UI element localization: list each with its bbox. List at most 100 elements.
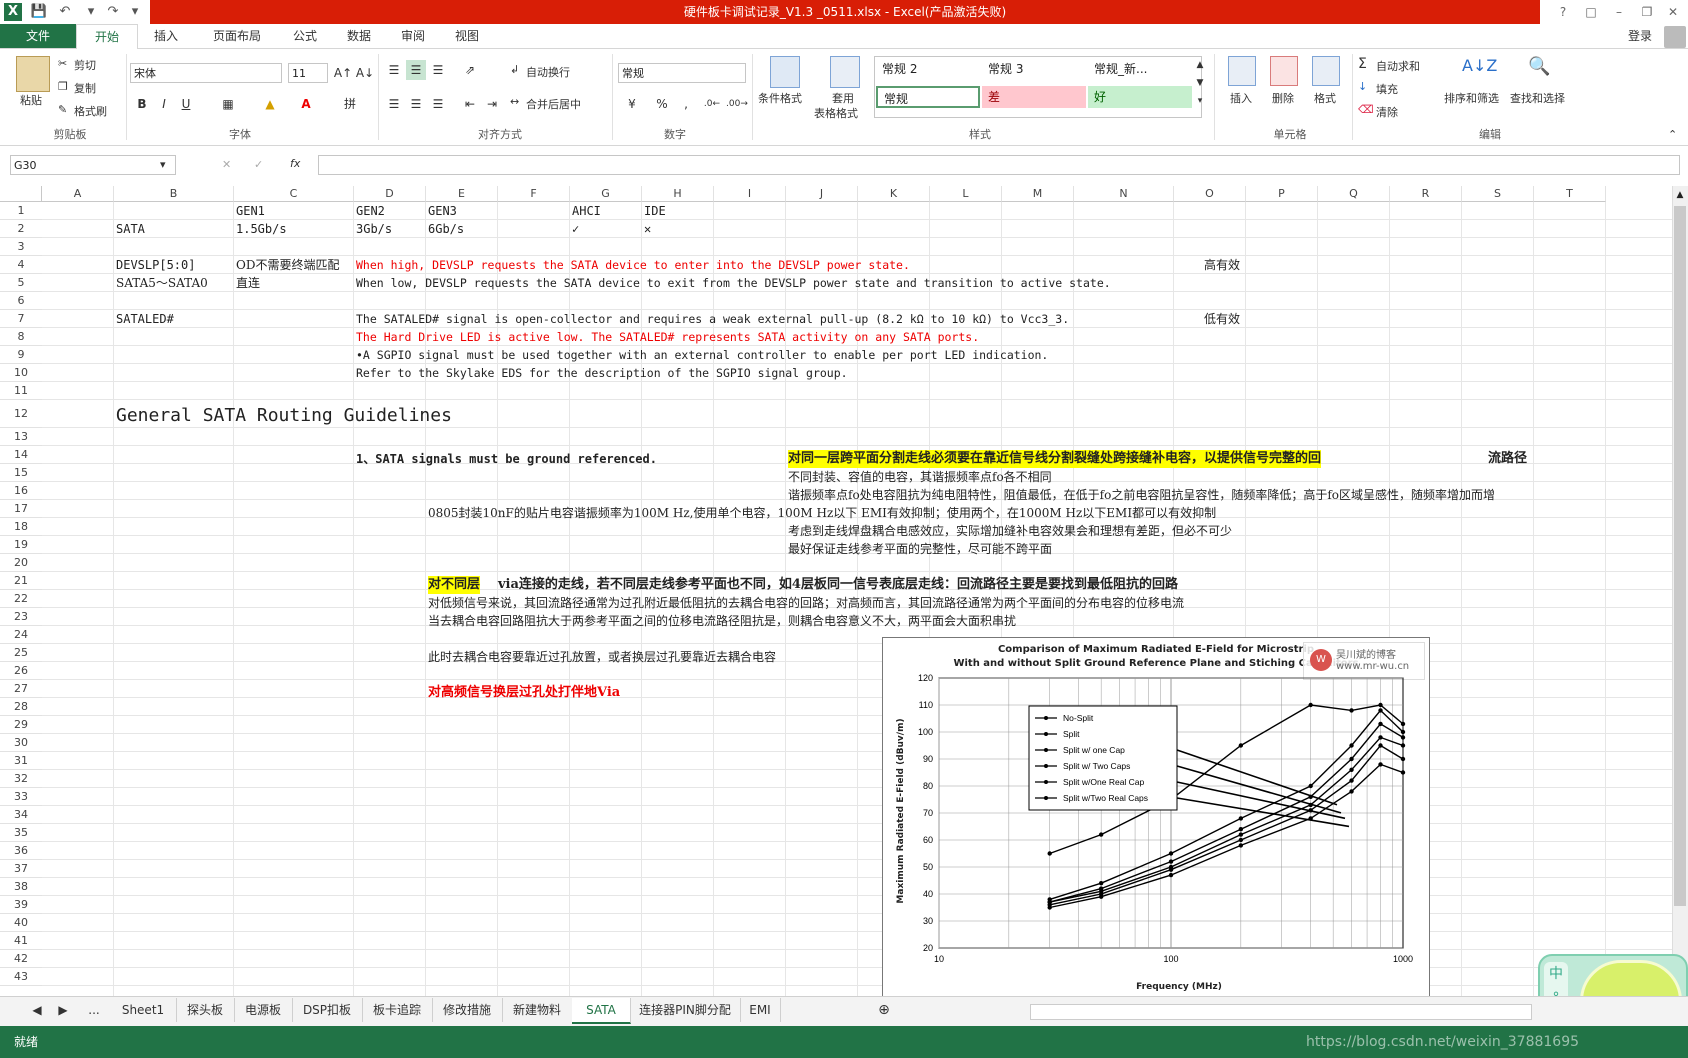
redo-icon[interactable]: ↷ [104, 3, 122, 21]
cell-c1[interactable]: GEN1 [236, 202, 265, 220]
column-header-c[interactable]: C [234, 186, 354, 202]
row-header-40[interactable]: 40 [0, 914, 42, 932]
cell-e27[interactable]: 对高频信号换层过孔处打伴地Via [428, 684, 620, 702]
sheet-tab-4[interactable]: DSP扣板 [292, 998, 363, 1022]
find-select-icon[interactable]: 🔍 [1528, 56, 1550, 77]
cell-e1[interactable]: GEN3 [428, 202, 457, 220]
column-header-g[interactable]: G [570, 186, 642, 202]
find-select-button[interactable]: 查找和选择 [1510, 90, 1565, 106]
row-header-14[interactable]: 14 [0, 446, 42, 464]
increase-indent-icon[interactable]: ⇥ [482, 94, 502, 114]
row-header-17[interactable]: 17 [0, 500, 42, 518]
column-header-p[interactable]: P [1246, 186, 1318, 202]
delete-cells-button[interactable]: 删除 [1272, 90, 1294, 106]
row-header-11[interactable]: 11 [0, 382, 42, 400]
format-cells-button[interactable]: 格式 [1314, 90, 1336, 106]
number-format-select[interactable]: 常规 [618, 63, 746, 83]
grow-font-icon[interactable]: A↑ [333, 63, 353, 83]
row-header-13[interactable]: 13 [0, 428, 42, 446]
row-header-12[interactable]: 12 [0, 400, 42, 428]
tab-review[interactable]: 审阅 [386, 24, 440, 48]
style-normal-2[interactable]: 常规 2 [876, 58, 980, 80]
row-header-7[interactable]: 7 [0, 310, 42, 328]
select-all-corner[interactable] [0, 186, 42, 202]
tab-file[interactable]: 文件 [0, 24, 76, 48]
column-header-k[interactable]: K [858, 186, 930, 202]
prev-sheet-icon[interactable]: ◀ [30, 998, 44, 1022]
align-center-icon[interactable]: ☰ [406, 94, 426, 114]
cell-d8[interactable]: The Hard Drive LED is active low. The SA… [356, 328, 979, 346]
style-good[interactable]: 好 [1088, 86, 1192, 108]
merge-center-button[interactable]: 合并后居中 [526, 96, 581, 112]
row-header-30[interactable]: 30 [0, 734, 42, 752]
sheet-tab-5[interactable]: 板卡追踪 [362, 998, 433, 1022]
cell-b2[interactable]: SATA [116, 220, 145, 238]
cell-b4[interactable]: DEVSLP[5:0] [116, 256, 195, 274]
style-normal[interactable]: 常规 [876, 86, 980, 108]
row-header-31[interactable]: 31 [0, 752, 42, 770]
row-header-24[interactable]: 24 [0, 626, 42, 644]
cell-e21-text[interactable]: via连接的走线，若不同层走线参考平面也不同，如4层板同一信号表底层走线：回流路… [498, 576, 1178, 594]
more-sheets-icon[interactable]: ... [84, 998, 104, 1022]
conditional-format-icon[interactable] [770, 56, 800, 88]
ribbon-display-icon[interactable]: □ [1578, 2, 1604, 22]
column-header-d[interactable]: D [354, 186, 426, 202]
restore-button[interactable]: ❐ [1634, 2, 1660, 22]
confirm-entry-icon[interactable]: ✓ [254, 158, 263, 171]
cell-b12[interactable]: General SATA Routing Guidelines [116, 402, 452, 430]
customize-qat-icon[interactable]: ▾ [126, 3, 144, 21]
column-header-o[interactable]: O [1174, 186, 1246, 202]
conditional-format-button[interactable]: 条件格式 [758, 90, 802, 106]
row-header-28[interactable]: 28 [0, 698, 42, 716]
autosum-button[interactable]: 自动求和 [1376, 58, 1420, 74]
cut-icon[interactable]: ✂ [58, 57, 67, 70]
paste-button[interactable]: 粘贴 [20, 92, 42, 108]
cell-d9[interactable]: •A SGPIO signal must be used together wi… [356, 346, 1048, 364]
column-header-b[interactable]: B [114, 186, 234, 202]
avatar[interactable] [1664, 26, 1686, 48]
scroll-up-icon[interactable]: ▲ [1674, 190, 1686, 202]
save-icon[interactable]: 💾 [30, 3, 48, 21]
row-header-8[interactable]: 8 [0, 328, 42, 346]
column-header-j[interactable]: J [786, 186, 858, 202]
increase-decimal-icon[interactable]: .0← [702, 94, 722, 114]
font-size-select[interactable]: 11 [288, 63, 328, 83]
cell-j15[interactable]: 不同封装、容值的电容，其谐振频率点fo各不相同 [788, 468, 1052, 486]
orientation-icon[interactable]: ⇗ [460, 60, 480, 80]
column-header-t[interactable]: T [1534, 186, 1606, 202]
row-header-43[interactable]: 43 [0, 968, 42, 986]
column-header-r[interactable]: R [1390, 186, 1462, 202]
name-box-dropdown-icon[interactable]: ▾ [160, 158, 166, 171]
cell-j16[interactable]: 谐振频率点fo处电容阻抗为纯电阻特性，阻值最低，在低于fo之前电容阻抗呈容性，随… [788, 486, 1668, 504]
row-header-39[interactable]: 39 [0, 896, 42, 914]
cell-h2[interactable]: ✕ [644, 220, 651, 238]
format-as-table-line1[interactable]: 套用 [832, 90, 854, 106]
row-header-22[interactable]: 22 [0, 590, 42, 608]
row-header-16[interactable]: 16 [0, 482, 42, 500]
cell-d1[interactable]: GEN2 [356, 202, 385, 220]
row-header-15[interactable]: 15 [0, 464, 42, 482]
cell-e2[interactable]: 6Gb/s [428, 220, 464, 238]
insert-cells-icon[interactable] [1228, 56, 1256, 86]
column-header-f[interactable]: F [498, 186, 570, 202]
undo-icon[interactable]: ↶ [56, 3, 74, 21]
sheet-tab-10[interactable]: EMI [740, 998, 781, 1022]
style-bad[interactable]: 差 [982, 86, 1086, 108]
tab-home[interactable]: 开始 [76, 24, 138, 50]
cell-o4[interactable]: 高有效 [1204, 256, 1240, 274]
row-header-25[interactable]: 25 [0, 644, 42, 662]
tab-insert[interactable]: 插入 [136, 24, 196, 48]
cell-d4[interactable]: When high, DEVSLP requests the SATA devi… [356, 256, 910, 274]
login-link[interactable]: 登录 [1620, 24, 1660, 48]
align-bottom-icon[interactable]: ☰ [428, 60, 448, 80]
align-middle-icon[interactable]: ☰ [406, 60, 426, 80]
row-header-29[interactable]: 29 [0, 716, 42, 734]
tab-page-layout[interactable]: 页面布局 [196, 24, 278, 48]
cell-c2[interactable]: 1.5Gb/s [236, 220, 287, 238]
cut-button[interactable]: 剪切 [74, 57, 96, 73]
scroll-thumb[interactable] [1674, 206, 1686, 906]
clear-button[interactable]: 清除 [1376, 104, 1398, 120]
paste-icon[interactable] [16, 56, 50, 92]
column-header-l[interactable]: L [930, 186, 1002, 202]
row-header-10[interactable]: 10 [0, 364, 42, 382]
